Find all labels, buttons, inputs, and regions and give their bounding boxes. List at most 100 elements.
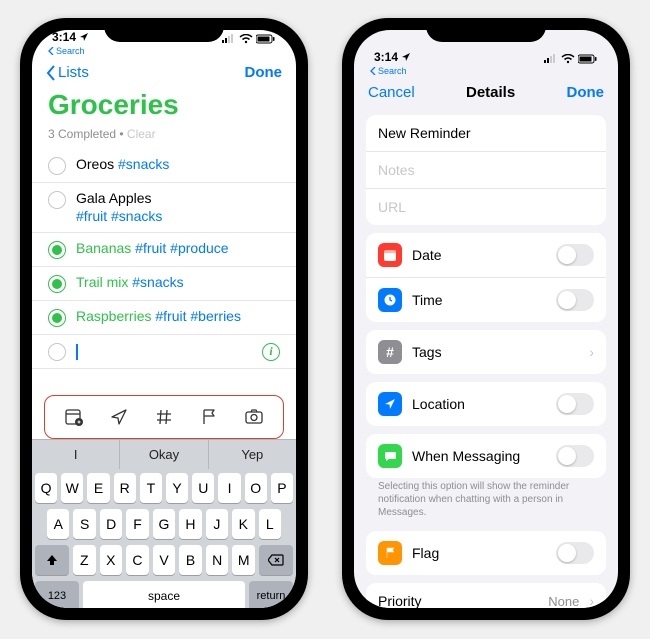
list-item[interactable]: Gala Apples#fruit #snacks [32, 183, 296, 233]
location-toggle[interactable] [556, 393, 594, 415]
checkbox[interactable] [48, 191, 66, 209]
title-field[interactable]: New Reminder [366, 115, 606, 151]
key-g[interactable]: G [153, 509, 175, 539]
status-time: 3:14 [374, 50, 398, 64]
calendar-icon[interactable] [63, 406, 85, 428]
key-k[interactable]: K [232, 509, 254, 539]
item-text: Oreos #snacks [76, 156, 169, 174]
numbers-key[interactable]: 123 [35, 581, 79, 608]
tags-row[interactable]: # Tags › [366, 330, 606, 374]
checkbox[interactable] [48, 241, 66, 259]
list-item[interactable]: Bananas #fruit #produce [32, 233, 296, 267]
item-text: Trail mix #snacks [76, 274, 184, 292]
info-icon[interactable]: i [262, 343, 280, 361]
tags-card: # Tags › [366, 330, 606, 374]
space-key[interactable]: space [83, 581, 245, 608]
battery-icon [256, 34, 276, 44]
key-z[interactable]: Z [73, 545, 96, 575]
reminder-items: Oreos #snacks Gala Apples#fruit #snacks Ba… [32, 149, 296, 369]
flag-toggle[interactable] [556, 542, 594, 564]
cancel-button[interactable]: Cancel [368, 84, 415, 101]
nav-bar: Cancel Details Done [354, 78, 618, 107]
url-field[interactable]: URL [366, 188, 606, 225]
new-item-input[interactable] [76, 343, 78, 361]
key-a[interactable]: A [47, 509, 69, 539]
key-w[interactable]: W [61, 473, 83, 503]
suggestion[interactable]: Okay [119, 440, 207, 469]
camera-icon[interactable] [243, 406, 265, 428]
breadcrumb-back[interactable]: Search [32, 46, 296, 58]
key-t[interactable]: T [140, 473, 162, 503]
date-row[interactable]: Date [366, 233, 606, 277]
time-toggle[interactable] [556, 289, 594, 311]
tag-icon[interactable] [153, 406, 175, 428]
flag-icon[interactable] [198, 406, 220, 428]
list-item[interactable]: Oreos #snacks [32, 149, 296, 183]
key-h[interactable]: H [179, 509, 201, 539]
shift-key[interactable] [35, 545, 69, 575]
new-item-row[interactable]: i [32, 335, 296, 369]
priority-list-card: Priority None › List Groceries › [366, 583, 606, 608]
keyboard-suggestions: I Okay Yep [32, 439, 296, 469]
key-n[interactable]: N [206, 545, 229, 575]
checkbox[interactable] [48, 309, 66, 327]
notes-field[interactable]: Notes [366, 151, 606, 188]
key-q[interactable]: Q [35, 473, 57, 503]
key-j[interactable]: J [206, 509, 228, 539]
key-v[interactable]: V [153, 545, 176, 575]
location-row[interactable]: Location [366, 382, 606, 426]
backspace-key[interactable] [259, 545, 293, 575]
calendar-icon [378, 243, 402, 267]
chevron-right-icon: › [589, 593, 594, 608]
signal-icon [544, 54, 558, 64]
clock-icon [378, 288, 402, 312]
key-c[interactable]: C [126, 545, 149, 575]
notch [426, 18, 546, 42]
key-m[interactable]: M [232, 545, 255, 575]
back-button[interactable]: Lists [46, 64, 89, 81]
keyboard: QWERTYUIOP ASDFGHJKL ZXCVBNM 123 space r… [32, 469, 296, 608]
breadcrumb-back[interactable]: Search [354, 66, 618, 78]
messaging-row[interactable]: When Messaging [366, 434, 606, 478]
key-l[interactable]: L [259, 509, 281, 539]
key-f[interactable]: F [126, 509, 148, 539]
done-button[interactable]: Done [567, 84, 605, 101]
message-icon [378, 444, 402, 468]
flag-row[interactable]: Flag [366, 531, 606, 575]
item-text: Bananas #fruit #produce [76, 240, 229, 258]
status-indicators [544, 54, 598, 64]
key-i[interactable]: I [218, 473, 240, 503]
suggestion[interactable]: Yep [208, 440, 296, 469]
messaging-toggle[interactable] [556, 445, 594, 467]
suggestion[interactable]: I [32, 440, 119, 469]
title-card: New Reminder Notes URL [366, 115, 606, 225]
key-x[interactable]: X [100, 545, 123, 575]
list-item[interactable]: Raspberries #fruit #berries [32, 301, 296, 335]
key-s[interactable]: S [73, 509, 95, 539]
checkbox[interactable] [48, 275, 66, 293]
date-toggle[interactable] [556, 244, 594, 266]
wifi-icon [561, 54, 575, 64]
time-row[interactable]: Time [366, 277, 606, 322]
key-b[interactable]: B [179, 545, 202, 575]
list-title: Groceries [32, 87, 296, 127]
key-u[interactable]: U [192, 473, 214, 503]
done-button[interactable]: Done [245, 64, 283, 81]
key-y[interactable]: Y [166, 473, 188, 503]
location-icon[interactable] [108, 406, 130, 428]
priority-row[interactable]: Priority None › [366, 583, 606, 608]
quick-toolbar [44, 395, 284, 439]
checkbox[interactable] [48, 157, 66, 175]
checkbox[interactable] [48, 343, 66, 361]
key-o[interactable]: O [245, 473, 267, 503]
return-key[interactable]: return [249, 581, 293, 608]
key-e[interactable]: E [87, 473, 109, 503]
key-d[interactable]: D [100, 509, 122, 539]
list-item[interactable]: Trail mix #snacks [32, 267, 296, 301]
key-p[interactable]: P [271, 473, 293, 503]
hash-icon: # [378, 340, 402, 364]
clear-button[interactable]: Clear [127, 127, 156, 141]
messaging-card: When Messaging [366, 434, 606, 478]
chevron-left-icon [46, 65, 56, 81]
key-r[interactable]: R [114, 473, 136, 503]
